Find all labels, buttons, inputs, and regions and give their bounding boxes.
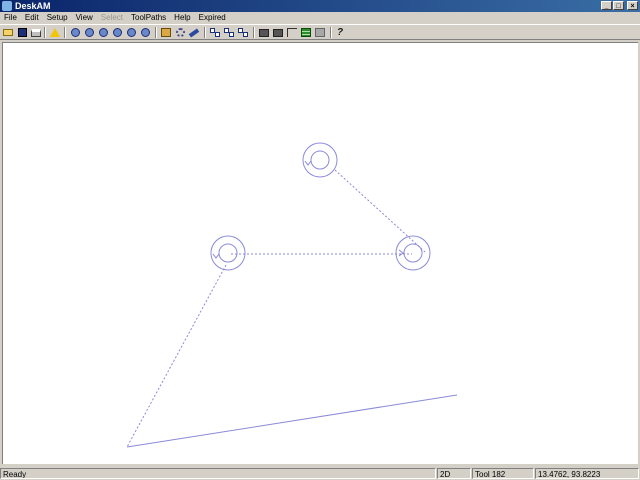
menu-select: Select (100, 13, 124, 22)
menu-toolpaths[interactable]: ToolPaths (127, 12, 170, 24)
direction-arrow-icon (304, 160, 312, 166)
zoom-window-icon[interactable] (97, 27, 109, 38)
machine-run-icon[interactable] (272, 27, 284, 38)
toolpath-group (126, 142, 458, 448)
menu-setup[interactable]: Setup (43, 12, 72, 24)
save-icon[interactable] (16, 27, 28, 38)
app-icon[interactable] (2, 1, 12, 11)
zoom-out-icon[interactable] (83, 27, 95, 38)
toolpath-drawing (126, 142, 458, 448)
machine-icon[interactable] (258, 27, 270, 38)
warning-icon[interactable] (49, 27, 61, 38)
menu-help[interactable]: Help (170, 12, 194, 24)
status-coordinates: 13.4762, 93.8223 (535, 468, 639, 479)
pen-icon[interactable] (188, 27, 200, 38)
menu-expired[interactable]: Expired (195, 12, 230, 24)
hole-inner-circle (403, 243, 423, 263)
gear-icon[interactable] (174, 27, 186, 38)
menu-view[interactable]: View (72, 12, 97, 24)
zoom-extents-icon[interactable] (111, 27, 123, 38)
toolpath-line (334, 169, 426, 253)
toolbar: ? (0, 24, 640, 40)
open-folder-icon[interactable] (2, 27, 14, 38)
toolbar-separator (204, 27, 206, 38)
hole-inner-circle (218, 243, 238, 263)
toolpath-line (126, 394, 458, 448)
print-icon[interactable] (30, 27, 42, 38)
green-layer-icon[interactable] (300, 27, 312, 38)
menu-file[interactable]: File (0, 12, 21, 24)
zoom-all-icon[interactable] (139, 27, 151, 38)
hole-inner-circle (310, 150, 330, 170)
nodes-select-icon[interactable] (223, 27, 235, 38)
help-icon[interactable]: ? (334, 27, 346, 38)
arrow-down-icon[interactable] (286, 27, 298, 38)
toolbar-separator (44, 27, 46, 38)
toolbar-separator (253, 27, 255, 38)
toolpath-line (126, 264, 227, 448)
status-tool: Tool 182 (472, 468, 534, 479)
zoom-in-icon[interactable] (69, 27, 81, 38)
maximize-button[interactable]: □ (613, 1, 624, 10)
close-button[interactable]: × (627, 1, 638, 10)
hole-outer-circle (210, 235, 246, 271)
window-controls: _ □ × (601, 1, 638, 11)
direction-arrow-icon (212, 253, 220, 259)
title-bar: DeskAM _ □ × (0, 0, 640, 12)
drawing-canvas[interactable] (2, 42, 638, 464)
zoom-previous-icon[interactable] (125, 27, 137, 38)
toolbar-separator (330, 27, 332, 38)
menu-bar: File Edit Setup View Select ToolPaths He… (0, 12, 640, 24)
direction-arrow-icon (398, 249, 404, 257)
toolbar-separator (155, 27, 157, 38)
status-message: Ready (0, 468, 436, 479)
menu-edit[interactable]: Edit (21, 12, 43, 24)
nodes-active-icon[interactable] (237, 27, 249, 38)
package-icon[interactable] (160, 27, 172, 38)
minimize-button[interactable]: _ (601, 1, 612, 10)
toolbar-separator (64, 27, 66, 38)
nodes-icon[interactable] (209, 27, 221, 38)
hole-outer-circle (302, 142, 338, 178)
gray-layer-icon[interactable] (314, 27, 326, 38)
status-mode: 2D (437, 468, 471, 479)
window-title: DeskAM (15, 1, 51, 11)
status-bar: Ready 2D Tool 182 13.4762, 93.8223 (0, 466, 640, 480)
